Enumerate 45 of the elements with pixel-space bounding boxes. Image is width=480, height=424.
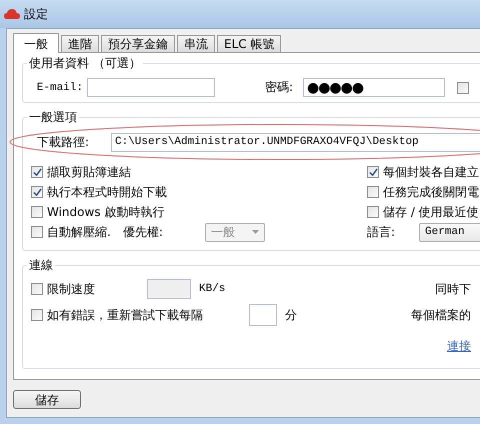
unit-label: 分 (285, 306, 297, 324)
email-field[interactable] (87, 78, 215, 97)
checkbox[interactable] (31, 186, 43, 198)
checkbox-label: Windows 啟動時執行 (47, 204, 164, 220)
checkbox-label: 自動解壓縮. (47, 224, 111, 240)
connection-link[interactable]: 連接 (447, 338, 471, 355)
download-path-field[interactable]: C:\Users\Administrator.UNMDFGRAXO4VFQJ\Desktop (111, 132, 480, 152)
tab[interactable]: 進階 (61, 35, 99, 52)
checkbox[interactable] (31, 226, 43, 238)
tab[interactable]: 一般 (13, 33, 59, 53)
setting-label: 每個檔案的 (411, 307, 471, 324)
retry-field[interactable] (249, 304, 277, 326)
field-label: 密碼: (265, 79, 294, 96)
group-title: 一般選項 (28, 109, 78, 126)
checkbox-label: 儲存 / 使用最近使 (383, 204, 479, 220)
checkbox[interactable] (367, 166, 379, 178)
checkbox[interactable] (31, 166, 43, 178)
password-field[interactable]: ●●●●● (303, 78, 445, 97)
tab[interactable]: 預分享金鑰 (101, 35, 175, 52)
field-label: 優先權: (122, 224, 164, 240)
checkbox[interactable] (367, 206, 379, 218)
checkbox-label: 每個封裝各自建立 (383, 164, 479, 180)
checkbox-label: 執行本程式時開始下載 (47, 184, 167, 200)
group-title: 連線 (28, 257, 54, 274)
group-title: 使用者資料 （可選） (28, 55, 142, 72)
language-dropdown[interactable]: German (419, 222, 480, 242)
unit-label: KB/s (199, 283, 226, 295)
tab[interactable]: 串流 (177, 35, 215, 52)
checkbox[interactable] (31, 206, 43, 218)
checkbox[interactable] (457, 82, 469, 94)
save-button[interactable]: 儲存 (13, 390, 81, 409)
checkbox[interactable] (367, 186, 379, 198)
checkbox[interactable] (31, 309, 43, 321)
window-title: 設定 (24, 6, 48, 22)
tab[interactable]: ELC 帳號 (217, 35, 282, 52)
checkbox-label: 限制速度 (47, 280, 96, 298)
checkbox-label: 任務完成後關閉電 (383, 184, 479, 200)
setting-label: 同時下 (435, 281, 471, 298)
field-label: 下載路徑: (36, 134, 90, 150)
checkbox-label: 如有錯誤，重新嘗試下載每隔 (47, 306, 204, 324)
field-label: E-mail: (36, 82, 83, 94)
checkbox-label: 擷取剪貼簿連結 (47, 164, 131, 180)
field-label: 語言: (367, 224, 396, 240)
cloud-icon (4, 8, 20, 20)
dropdown-arrow-icon (252, 230, 259, 234)
